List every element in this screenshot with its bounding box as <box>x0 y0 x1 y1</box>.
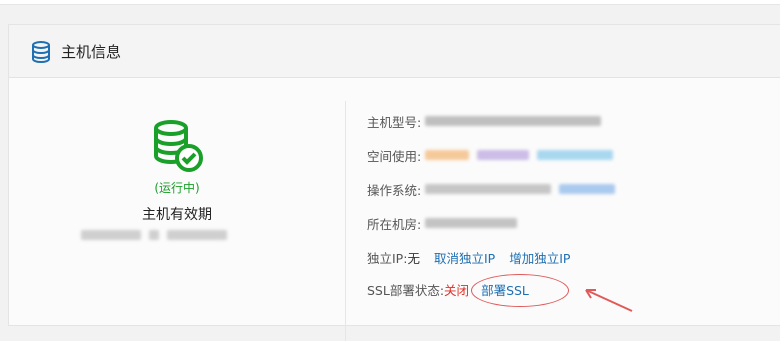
redacted-text <box>425 116 602 126</box>
dedicated-ip-value: 无 <box>407 250 420 266</box>
top-bar <box>0 0 780 5</box>
os-label: 操作系统: <box>367 182 422 198</box>
host-info-panel: 主机信息 (运行中) 主机有效期 主机型号: 空间使用: 操作系统: 所在机房:… <box>8 24 780 341</box>
space-usage-label: 空间使用: <box>367 148 422 164</box>
redacted-text <box>425 218 518 228</box>
server-room-row: 所在机房: <box>367 213 518 233</box>
redacted-text <box>425 184 552 194</box>
redacted-text <box>167 230 227 240</box>
host-status-section: (运行中) 主机有效期 <box>9 78 345 328</box>
database-icon <box>32 41 50 64</box>
expiry-title: 主机有效期 <box>142 207 212 223</box>
dedicated-ip-row: 独立IP: 无 取消独立IP 增加独立IP <box>367 247 570 267</box>
redacted-text <box>425 150 470 160</box>
redacted-text <box>81 230 141 240</box>
ssl-status-label: SSL部署状态: <box>367 282 445 298</box>
redacted-text <box>477 150 530 160</box>
annotation-oval <box>471 274 569 307</box>
redacted-text <box>559 184 616 194</box>
dedicated-ip-label: 独立IP: <box>367 250 408 266</box>
expiry-date-redacted <box>81 230 227 240</box>
os-row: 操作系统: <box>367 179 616 199</box>
server-check-icon <box>154 120 203 172</box>
ssl-status-value: 关闭 <box>444 282 470 298</box>
host-model-label: 主机型号: <box>367 114 422 130</box>
server-room-label: 所在机房: <box>367 216 422 232</box>
space-usage-row: 空间使用: <box>367 145 614 165</box>
redacted-text <box>537 150 614 160</box>
host-model-row: 主机型号: <box>367 111 602 131</box>
redacted-text <box>149 230 159 240</box>
panel-header: 主机信息 <box>9 25 780 78</box>
panel-title: 主机信息 <box>61 43 122 61</box>
annotation-arrow-icon <box>585 289 633 312</box>
column-divider <box>345 101 346 341</box>
cancel-dedicated-ip-link[interactable]: 取消独立IP <box>434 248 495 267</box>
running-status: (运行中) <box>154 181 200 195</box>
add-dedicated-ip-link[interactable]: 增加独立IP <box>509 248 570 267</box>
